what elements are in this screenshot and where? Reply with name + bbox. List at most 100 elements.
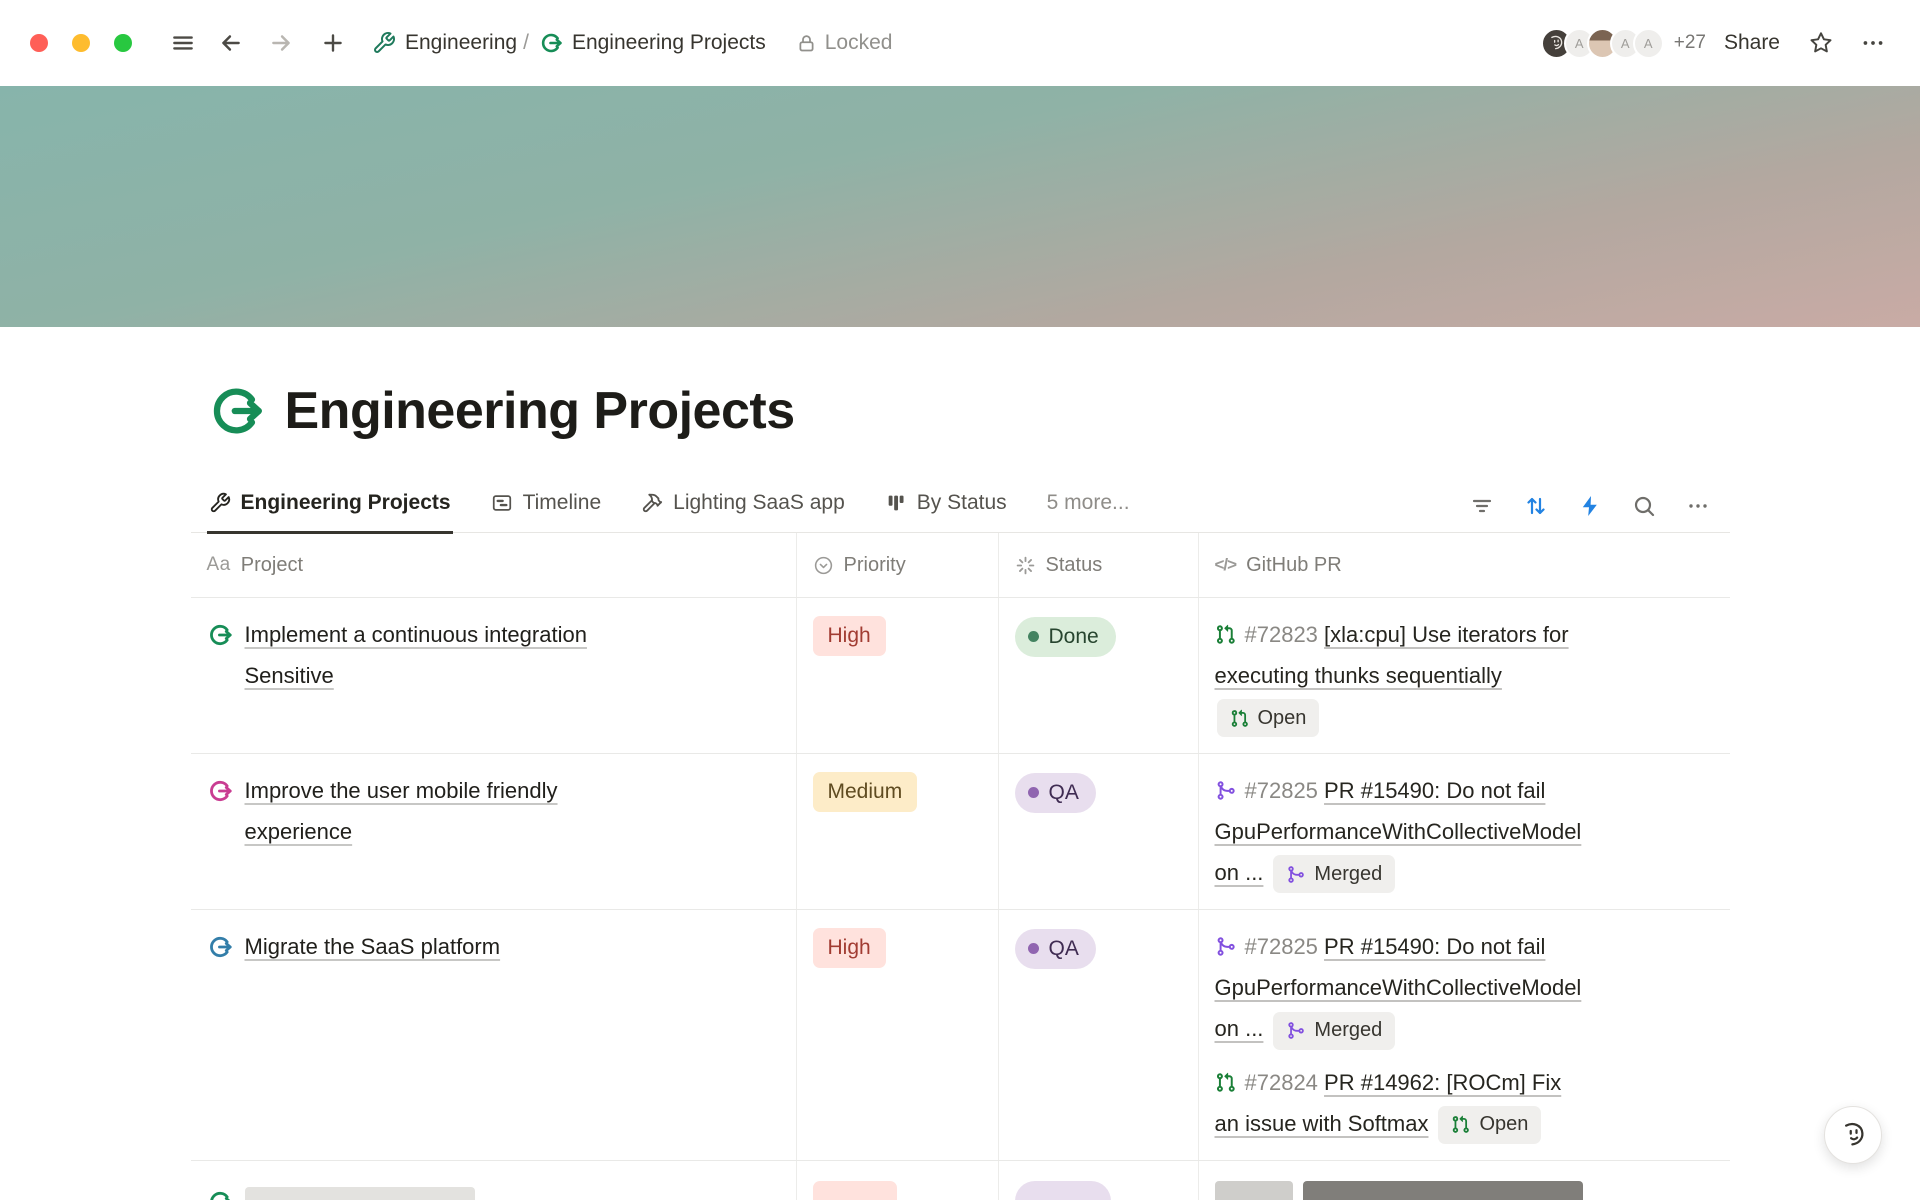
tab-label: Lighting SaaS app xyxy=(673,491,845,515)
avatar-stack[interactable]: A A A xyxy=(1541,28,1664,59)
avatar: A xyxy=(1633,28,1664,59)
avatar-overflow-count[interactable]: +27 xyxy=(1674,32,1706,54)
pr-state-badge: Merged xyxy=(1273,855,1395,893)
lightning-icon[interactable] xyxy=(1578,494,1602,518)
forward-arrow-icon xyxy=(268,30,294,56)
github-pr-cell[interactable]: #72823 [xla:cpu] Use iterators for execu… xyxy=(1199,598,1730,753)
project-title-link[interactable]: Migrate the SaaS platform xyxy=(245,926,501,967)
ellipsis-icon xyxy=(1860,30,1886,56)
breadcrumb: Engineering / Engineering Projects Locke… xyxy=(372,31,892,55)
tab-label: 5 more... xyxy=(1047,491,1130,515)
search-icon[interactable] xyxy=(1632,494,1656,518)
status-cell[interactable]: Done xyxy=(999,598,1199,753)
table-row-partial xyxy=(191,1161,1730,1200)
breadcrumb-teamspace[interactable]: Engineering xyxy=(372,31,517,55)
column-header-project[interactable]: Aa Project xyxy=(191,533,797,597)
tab-lighting-saas-app[interactable]: Lighting SaaS app xyxy=(639,483,847,534)
table-row: Migrate the SaaS platform High QA #72825… xyxy=(191,910,1730,1160)
priority-tag: Medium xyxy=(813,772,918,812)
pr-state-badge: Open xyxy=(1217,699,1320,737)
board-icon xyxy=(885,492,907,514)
code-property-icon: </> xyxy=(1215,555,1237,575)
priority-tag: High xyxy=(813,928,886,968)
new-tab-button[interactable] xyxy=(316,26,350,60)
priority-cell[interactable]: Medium xyxy=(797,754,999,909)
status-dot xyxy=(1028,787,1039,798)
sidebar-menu-button[interactable] xyxy=(166,26,200,60)
sort-arrows-icon[interactable] xyxy=(1524,494,1548,518)
column-label: Project xyxy=(241,554,303,577)
pr-open-icon xyxy=(1215,624,1236,645)
github-pr-cell[interactable]: #72825 PR #15490: Do not fail GpuPerform… xyxy=(1199,754,1730,909)
status-dot xyxy=(1028,631,1039,642)
column-header-github-pr[interactable]: </> GitHub PR xyxy=(1199,533,1730,597)
notion-ai-button[interactable] xyxy=(1824,1106,1882,1164)
priority-cell[interactable]: High xyxy=(797,910,999,1159)
tab-engineering-projects[interactable]: Engineering Projects xyxy=(207,483,453,534)
page-title[interactable]: Engineering Projects xyxy=(285,381,795,441)
breadcrumb-page-label: Engineering Projects xyxy=(572,31,766,55)
view-tabs: Engineering Projects Timeline Lighting S… xyxy=(191,483,1730,533)
clipped-pr-title xyxy=(1303,1181,1583,1200)
nav-back-button[interactable] xyxy=(214,26,248,60)
zoom-window-button[interactable] xyxy=(114,34,132,52)
breadcrumb-page[interactable]: Engineering Projects xyxy=(539,31,766,55)
pr-number: #72825 xyxy=(1245,778,1318,803)
locked-toggle[interactable]: Locked xyxy=(796,31,893,55)
pr-merge-icon xyxy=(1286,1021,1305,1040)
status-cell[interactable]: QA xyxy=(999,754,1199,909)
wrench-icon xyxy=(209,492,231,514)
window-toolbar: Engineering / Engineering Projects Locke… xyxy=(0,0,1920,86)
star-icon xyxy=(1808,30,1834,56)
column-label: GitHub PR xyxy=(1246,554,1342,577)
back-arrow-icon xyxy=(218,30,244,56)
column-label: Status xyxy=(1046,554,1103,577)
pr-badge-label: Open xyxy=(1479,1104,1528,1145)
pr-open-icon xyxy=(1230,709,1249,728)
tab-more-views[interactable]: 5 more... xyxy=(1045,483,1132,534)
column-header-priority[interactable]: Priority xyxy=(797,533,999,597)
minimize-window-button[interactable] xyxy=(72,34,90,52)
tab-label: Timeline xyxy=(523,491,602,515)
hammer-icon xyxy=(641,492,663,514)
project-logo-icon xyxy=(207,622,233,648)
timeline-icon xyxy=(491,492,513,514)
status-label: QA xyxy=(1049,772,1079,813)
github-pr-mention[interactable]: #72824 PR #14962: [ROCm] Fix an issue wi… xyxy=(1215,1062,1714,1144)
column-header-status[interactable]: Status xyxy=(999,533,1199,597)
project-title-link[interactable]: Improve the user mobile friendly experie… xyxy=(245,770,558,852)
tab-timeline[interactable]: Timeline xyxy=(489,483,604,534)
title-property-icon: Aa xyxy=(207,554,231,576)
pr-badge-label: Merged xyxy=(1314,854,1382,895)
page-logo-icon[interactable] xyxy=(207,382,265,440)
plus-icon xyxy=(320,30,346,56)
priority-cell[interactable]: High xyxy=(797,598,999,753)
share-button[interactable]: Share xyxy=(1724,31,1780,55)
breadcrumb-teamspace-label: Engineering xyxy=(405,31,517,55)
clipped-title xyxy=(245,1187,475,1200)
clipped-status-tag xyxy=(1015,1181,1111,1200)
favorite-button[interactable] xyxy=(1808,30,1834,56)
github-pr-mention[interactable]: #72825 PR #15490: Do not fail GpuPerform… xyxy=(1215,926,1714,1049)
pr-state-badge: Merged xyxy=(1273,1012,1395,1050)
github-pr-mention[interactable]: #72825 PR #15490: Do not fail GpuPerform… xyxy=(1215,770,1714,893)
status-tag: QA xyxy=(1015,929,1096,969)
tab-by-status[interactable]: By Status xyxy=(883,483,1009,534)
table-header: Aa Project Priority Status </> GitHub PR xyxy=(191,533,1730,598)
status-label: QA xyxy=(1049,928,1079,969)
priority-tag: High xyxy=(813,616,886,656)
status-cell[interactable]: QA xyxy=(999,910,1199,1159)
face-icon xyxy=(1547,34,1565,52)
wrench-icon xyxy=(372,31,396,55)
more-options-button[interactable] xyxy=(1860,30,1886,56)
nav-forward-button[interactable] xyxy=(264,26,298,60)
ellipsis-icon[interactable] xyxy=(1686,494,1710,518)
close-window-button[interactable] xyxy=(30,34,48,52)
project-title-link[interactable]: Implement a continuous integration Sensi… xyxy=(245,614,587,696)
github-pr-cell[interactable]: #72825 PR #15490: Do not fail GpuPerform… xyxy=(1199,910,1730,1159)
github-pr-mention[interactable]: #72823 [xla:cpu] Use iterators for execu… xyxy=(1215,614,1714,737)
project-logo-icon xyxy=(207,778,233,804)
filter-funnel-icon[interactable] xyxy=(1470,494,1494,518)
project-logo-icon xyxy=(539,31,563,55)
pr-number: #72825 xyxy=(1245,934,1318,959)
